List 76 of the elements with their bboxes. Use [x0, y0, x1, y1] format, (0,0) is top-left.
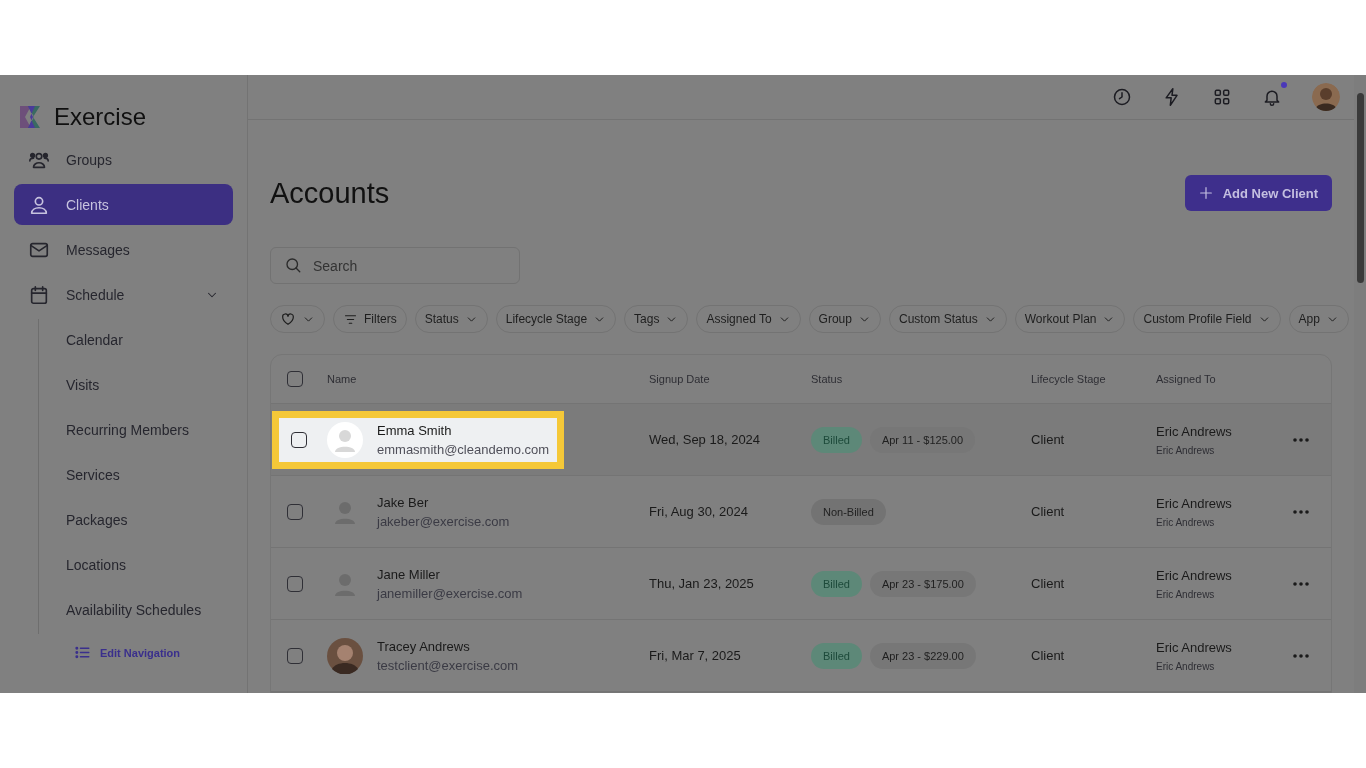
assigned-to-sub: Eric Andrews [1156, 588, 1216, 600]
nav-item[interactable]: Groups [14, 139, 233, 180]
client-email: emmasmith@cleandemo.com [377, 441, 550, 457]
column-header: Lifecycle Stage [1031, 373, 1107, 385]
row-checkbox[interactable] [287, 647, 303, 664]
calendar-icon [28, 283, 50, 306]
table-row[interactable]: Emma Smith emmasmith@cleandemo.com Wed, Sep 18, 2024 Billed Apr 11 - $125.00 Client Eric Andrews Eric Andrews [271, 404, 1331, 476]
status-badge: Billed [811, 570, 862, 597]
signup-date: Fri, Mar 7, 2025 [649, 648, 742, 663]
status-badge: Non-Billed [811, 498, 886, 525]
status-badge: Billed [811, 642, 862, 669]
user-avatar[interactable] [1312, 83, 1340, 111]
assigned-to: Eric Andrews [1156, 567, 1233, 583]
grid-icon[interactable] [1212, 87, 1232, 107]
client-name[interactable]: Tracey Andrews [377, 638, 519, 654]
client-email: testclient@exercise.com [377, 657, 519, 673]
row-checkbox[interactable] [287, 575, 303, 592]
nav-item[interactable]: Schedule [14, 274, 233, 315]
edit-navigation-link[interactable]: Edit Navigation [74, 644, 233, 661]
nav-subitem[interactable]: Locations [39, 544, 233, 585]
assigned-to-sub: Eric Andrews [1156, 660, 1216, 672]
more-icon[interactable] [1293, 653, 1309, 658]
assigned-to: Eric Andrews [1156, 639, 1233, 655]
assigned-to: Eric Andrews [1156, 423, 1233, 439]
heart-icon [280, 311, 296, 327]
nav-item[interactable]: Messages [14, 229, 233, 270]
select-all-checkbox[interactable] [287, 371, 303, 387]
lifecycle-stage: Client [1031, 504, 1066, 519]
row-checkbox[interactable] [287, 503, 303, 520]
lifecycle-stage: Client [1031, 648, 1066, 663]
bell-icon[interactable] [1262, 87, 1282, 107]
more-icon[interactable] [1293, 581, 1309, 586]
column-header: Assigned To [1156, 373, 1217, 385]
add-client-button[interactable]: Add New Client [1184, 175, 1332, 211]
nav-subitem[interactable]: Packages [39, 499, 233, 540]
signup-date: Fri, Aug 30, 2024 [649, 504, 749, 519]
assigned-to: Eric Andrews [1156, 495, 1233, 511]
placeholder-avatar [327, 421, 363, 458]
client-name[interactable]: Jake Ber [377, 494, 510, 510]
client-name[interactable]: Jane Miller [377, 566, 523, 582]
nav-subitem[interactable]: Visits [39, 364, 233, 405]
nav-subitem[interactable]: Availability Schedules [39, 589, 233, 630]
billing-badge: Apr 23 - $229.00 [869, 642, 976, 669]
lifecycle-stage: Client [1031, 576, 1066, 591]
nav-subitem[interactable]: Calendar [39, 319, 233, 360]
plus-icon [1197, 185, 1214, 201]
nav-subitem[interactable]: Services [39, 454, 233, 495]
more-icon[interactable] [1293, 437, 1309, 442]
nav-item[interactable]: Clients [14, 184, 233, 225]
assigned-to-sub: Eric Andrews [1156, 444, 1216, 456]
table-row[interactable]: Jake Ber jakeber@exercise.com Fri, Aug 30, 2024 Non-Billed Client Eric Andrews Eric Andrews [271, 476, 1331, 548]
client-email: janemiller@exercise.com [377, 585, 523, 601]
billing-badge: Apr 11 - $125.00 [869, 426, 976, 453]
table-row[interactable]: Jane Miller janemiller@exercise.com Thu, Jan 23, 2025 Billed Apr 23 - $175.00 Client Eric Andrews Eric Andrews [271, 548, 1331, 620]
search-field[interactable]: Search [270, 247, 520, 284]
column-header: Status [811, 373, 844, 385]
more-icon[interactable] [1293, 509, 1309, 514]
signup-date: Thu, Jan 23, 2025 [649, 576, 755, 591]
client-name[interactable]: Emma Smith [377, 422, 550, 438]
client-avatar [327, 637, 363, 674]
clock-icon[interactable] [1112, 87, 1132, 107]
row-checkbox[interactable] [291, 431, 307, 448]
nav-subitem[interactable]: Recurring Members [39, 409, 233, 450]
client-email: jakeber@exercise.com [377, 513, 510, 529]
table-row[interactable]: Tracey Andrews testclient@exercise.com Fri, Mar 7, 2025 Billed Apr 23 - $229.00 Client Eric Andrews Eric Andrews [271, 620, 1331, 692]
search-icon [284, 256, 302, 274]
column-header: Signup Date [649, 373, 711, 385]
lifecycle-stage: Client [1031, 432, 1066, 447]
assigned-to-sub: Eric Andrews [1156, 516, 1216, 528]
status-badge: Billed [811, 426, 862, 453]
list-icon [74, 644, 91, 661]
billing-badge: Apr 23 - $175.00 [869, 570, 976, 597]
brand-name: Exercise [54, 103, 147, 131]
column-header: Name [327, 373, 358, 385]
page-title: Accounts [270, 176, 390, 210]
signup-date: Wed, Sep 18, 2024 [649, 432, 762, 447]
